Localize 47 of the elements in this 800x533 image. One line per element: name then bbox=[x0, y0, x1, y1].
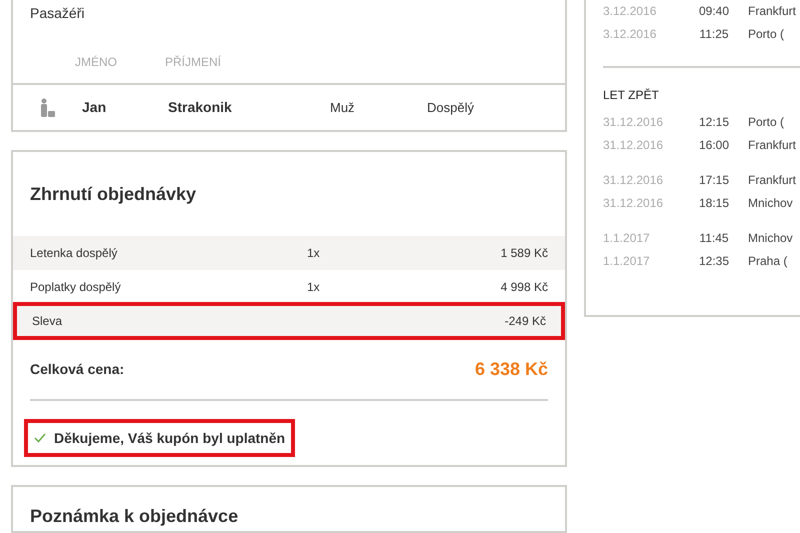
item-quantity: 1x bbox=[307, 279, 320, 296]
traveler-with-luggage-icon bbox=[38, 98, 56, 118]
check-icon bbox=[34, 433, 46, 443]
item-label: Letenka dospělý bbox=[30, 245, 118, 262]
flight-date: 3.12.2016 bbox=[603, 26, 658, 43]
first-name: Jan bbox=[82, 98, 108, 117]
return-flight-heading: LET ZPĚT bbox=[603, 87, 660, 104]
total-price: 6 338 Kč bbox=[474, 358, 548, 381]
flight-place: Porto ( bbox=[748, 114, 784, 131]
total-label: Celková cena: bbox=[30, 360, 124, 379]
flight-place: Mnichov bbox=[748, 230, 793, 247]
flight-place: Frankfurt bbox=[748, 172, 796, 189]
flight-time: 12:35 bbox=[698, 253, 730, 270]
flight-time: 11:45 bbox=[698, 230, 730, 247]
flight-time: 09:40 bbox=[698, 3, 730, 20]
item-label: Poplatky dospělý bbox=[30, 279, 122, 296]
item-price: -249 Kč bbox=[504, 313, 546, 330]
flight-place: Frankfurt bbox=[748, 3, 796, 20]
flight-date: 1.1.2017 bbox=[603, 230, 651, 247]
flight-place: Mnichov bbox=[748, 195, 793, 212]
flight-place: Praha ( bbox=[748, 253, 788, 270]
flight-date: 31.12.2016 bbox=[603, 137, 664, 154]
coupon-text: Děkujeme, Váš kupón byl uplatněn bbox=[54, 428, 286, 448]
item-price: 1 589 Kč bbox=[500, 245, 548, 262]
section-title: Pasažéři bbox=[29, 4, 86, 23]
flight-time: 11:25 bbox=[698, 26, 730, 43]
flight-time: 16:00 bbox=[698, 137, 730, 154]
item-quantity: 1x bbox=[307, 245, 320, 262]
item-label: Sleva bbox=[32, 313, 64, 330]
flight-time: 12:15 bbox=[698, 114, 730, 131]
gender: Muž bbox=[330, 98, 356, 117]
flight-date: 31.12.2016 bbox=[603, 172, 664, 189]
column-header: JMÉNO bbox=[75, 54, 118, 71]
flight-time: 17:15 bbox=[698, 172, 730, 189]
last-name: Strakonik bbox=[168, 98, 233, 117]
flight-date: 31.12.2016 bbox=[603, 114, 664, 131]
flight-time: 18:15 bbox=[698, 195, 730, 212]
passenger-type: Dospělý bbox=[427, 98, 474, 117]
section-title: Poznámka k objednávce bbox=[29, 505, 240, 528]
flight-date: 3.12.2016 bbox=[603, 3, 658, 20]
item-price: 4 998 Kč bbox=[500, 279, 548, 296]
flight-place: Frankfurt bbox=[748, 137, 796, 154]
flight-date: 1.1.2017 bbox=[603, 253, 651, 270]
flight-date: 31.12.2016 bbox=[603, 195, 664, 212]
column-header: PŘÍJMENÍ bbox=[165, 54, 222, 71]
section-title: Zhrnutí objednávky bbox=[29, 183, 198, 206]
flight-place: Porto ( bbox=[748, 26, 784, 43]
